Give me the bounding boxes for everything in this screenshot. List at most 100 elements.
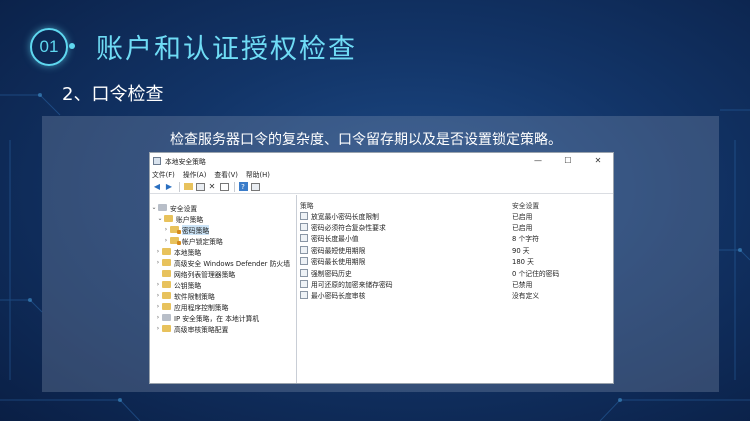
expand-toggle-icon[interactable]: ›	[154, 314, 162, 321]
tree-item-software-restriction[interactable]: › 软件限制策略	[150, 290, 296, 301]
policy-icon	[300, 280, 308, 289]
expand-toggle-icon[interactable]: ›	[154, 259, 162, 266]
navigation-tree: ⌄ 安全设置 ⌄ 账户策略 › 密码策略 › 帐户锁定策略 › 本地策略 › 高…	[150, 195, 297, 383]
policy-value: 已启用	[512, 212, 533, 221]
tree-item-security-settings[interactable]: ⌄ 安全设置	[150, 202, 296, 213]
policy-row[interactable]: 密码最短使用期限 90 天	[297, 244, 613, 255]
properties-icon[interactable]	[250, 182, 260, 192]
tree-item-password-policy[interactable]: › 密码策略	[150, 224, 296, 235]
folder-icon	[162, 292, 171, 299]
tree-item-ip-security[interactable]: › IP 安全策略，在 本地计算机	[150, 312, 296, 323]
policy-row[interactable]: 强制密码历史 0 个记住的密码	[297, 267, 613, 278]
menu-action[interactable]: 操作(A)	[183, 169, 207, 179]
menu-help[interactable]: 帮助(H)	[246, 169, 270, 179]
policy-name: 强制密码历史	[311, 269, 352, 278]
column-header-policy[interactable]: 策略	[297, 200, 512, 210]
security-settings-icon	[158, 204, 167, 211]
policy-value: 180 天	[512, 258, 534, 267]
tree-item-local-policies[interactable]: › 本地策略	[150, 246, 296, 257]
slide-number-badge: 01	[30, 28, 75, 66]
expand-toggle-icon[interactable]: ⌄	[156, 215, 164, 222]
policy-row[interactable]: 最小密码长度审核 没有定义	[297, 290, 613, 301]
maximize-button[interactable]: ☐	[555, 153, 581, 168]
policy-icon	[300, 234, 308, 243]
policy-name: 放宽最小密码长度限制	[311, 212, 379, 221]
close-button[interactable]: ✕	[585, 153, 611, 168]
tree-item-network-list-manager[interactable]: 网络列表管理器策略	[150, 268, 296, 279]
policy-value: 已启用	[512, 224, 533, 233]
policy-value: 90 天	[512, 246, 530, 255]
policy-value: 8 个字符	[512, 235, 539, 244]
expand-toggle-icon[interactable]: ›	[154, 292, 162, 299]
policy-list: 策略 安全设置 放宽最小密码长度限制 已启用 密码必须符合复杂性要求 已启用 密…	[297, 195, 613, 383]
policy-name: 密码最长使用期限	[311, 258, 366, 267]
expand-toggle-icon[interactable]: ›	[162, 226, 170, 233]
folder-icon	[162, 281, 171, 288]
tree-item-firewall[interactable]: › 高级安全 Windows Defender 防火墙	[150, 257, 296, 268]
policy-name: 密码最短使用期限	[311, 246, 366, 255]
policy-folder-icon	[170, 226, 181, 234]
folder-icon	[162, 303, 171, 310]
slide-title: 账户和认证授权检查	[96, 34, 357, 65]
slide-number: 01	[39, 37, 59, 56]
policy-value: 0 个记住的密码	[512, 269, 560, 278]
expand-toggle-icon[interactable]: ›	[154, 325, 162, 332]
caption-text: 检查服务器口令的复杂度、口令留存期以及是否设置锁定策略。	[170, 132, 562, 148]
help-icon[interactable]: ?	[238, 182, 248, 192]
back-arrow-icon[interactable]: ◀	[152, 182, 162, 192]
local-security-policy-window: 本地安全策略 — ☐ ✕ 文件(F) 操作(A) 查看(V) 帮助(H) ◀ ▶…	[149, 152, 614, 384]
toolbar-divider	[234, 181, 235, 192]
policy-row[interactable]: 用可还原的加密来储存密码 已禁用	[297, 278, 613, 289]
expand-toggle-icon[interactable]: ›	[162, 237, 170, 244]
tree-item-app-control[interactable]: › 应用程序控制策略	[150, 301, 296, 312]
policy-icon	[300, 211, 308, 220]
policy-name: 密码必须符合复杂性要求	[311, 224, 386, 233]
minimize-button[interactable]: —	[525, 153, 551, 168]
policy-value: 没有定义	[512, 292, 540, 301]
list-header: 策略 安全设置	[297, 199, 613, 210]
policy-icon	[300, 245, 308, 254]
policy-name: 用可还原的加密来储存密码	[311, 281, 393, 290]
forward-arrow-icon[interactable]: ▶	[164, 182, 174, 192]
policy-icon	[300, 257, 308, 266]
folder-icon	[162, 248, 171, 255]
delete-icon[interactable]: ✕	[207, 182, 217, 192]
policy-row[interactable]: 密码长度最小值 8 个字符	[297, 233, 613, 244]
section-title: 2、口令检查	[62, 84, 164, 105]
policy-name: 最小密码长度审核	[311, 292, 366, 301]
policy-folder-icon	[170, 237, 181, 245]
toolbar: ◀ ▶ ✕ ?	[150, 180, 613, 194]
tree-item-account-policies[interactable]: ⌄ 账户策略	[150, 213, 296, 224]
tree-item-account-lockout-policy[interactable]: › 帐户锁定策略	[150, 235, 296, 246]
policy-icon	[300, 291, 308, 300]
folder-icon	[162, 270, 171, 277]
app-icon	[153, 156, 161, 165]
up-folder-icon[interactable]	[183, 182, 193, 192]
expand-toggle-icon[interactable]: ⌄	[150, 204, 158, 211]
window-title: 本地安全策略	[165, 157, 206, 166]
show-tree-icon[interactable]	[195, 182, 205, 192]
policy-name: 密码长度最小值	[311, 235, 359, 244]
toolbar-divider	[179, 181, 180, 192]
policy-row[interactable]: 放宽最小密码长度限制 已启用	[297, 210, 613, 221]
column-header-setting[interactable]: 安全设置	[512, 200, 613, 210]
policy-row[interactable]: 密码最长使用期限 180 天	[297, 256, 613, 267]
export-list-icon[interactable]	[219, 182, 229, 192]
ip-security-icon	[162, 314, 171, 321]
folder-icon	[162, 259, 171, 266]
menu-view[interactable]: 查看(V)	[214, 169, 238, 179]
folder-icon	[162, 325, 171, 332]
menu-file[interactable]: 文件(F)	[152, 169, 175, 179]
expand-toggle-icon[interactable]: ›	[154, 248, 162, 255]
folder-icon	[164, 215, 173, 222]
tree-item-public-key-policies[interactable]: › 公钥策略	[150, 279, 296, 290]
expand-toggle-icon[interactable]: ›	[154, 281, 162, 288]
policy-row[interactable]: 密码必须符合复杂性要求 已启用	[297, 221, 613, 232]
menu-bar: 文件(F) 操作(A) 查看(V) 帮助(H)	[150, 168, 613, 180]
policy-icon	[300, 223, 308, 232]
tree-item-advanced-audit[interactable]: › 高级审核策略配置	[150, 323, 296, 334]
policy-icon	[300, 268, 308, 277]
window-titlebar: 本地安全策略 — ☐ ✕	[150, 153, 613, 168]
policy-value: 已禁用	[512, 281, 533, 290]
expand-toggle-icon[interactable]: ›	[154, 303, 162, 310]
